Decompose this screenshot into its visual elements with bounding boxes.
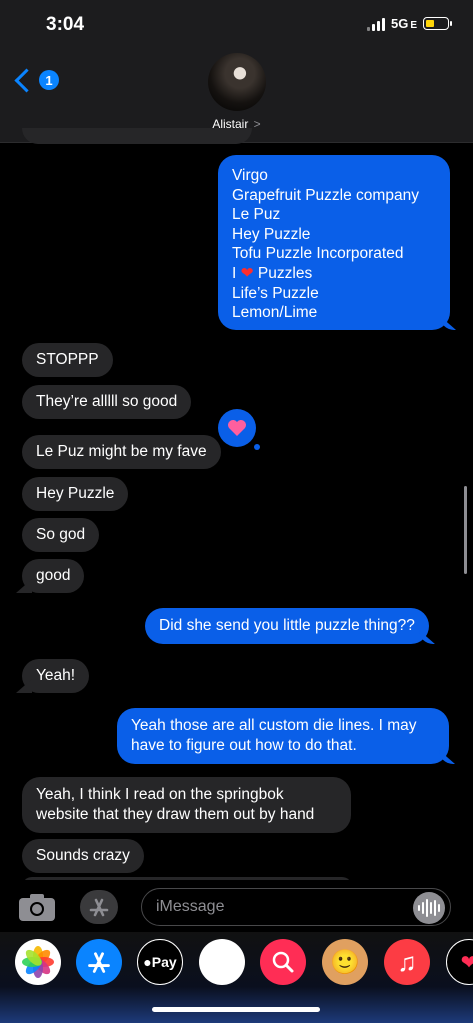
tapback-tail [254,444,260,450]
red-heart-icon: ❤ [240,264,254,282]
message-bubble-incoming[interactable]: So god [22,518,100,552]
digital-touch-icon[interactable]: ❤ [446,939,473,985]
signal-strength-icon [366,17,385,31]
heart-tapback-icon[interactable] [218,409,256,447]
scrollbar[interactable] [464,486,467,574]
apple-pay-icon[interactable]: ● Pay [137,939,183,985]
message-bubble-incoming[interactable]: Le Puz might be my fave [22,435,221,469]
compose-bar [0,880,473,932]
memoji-stickers-icon[interactable]: 😎 [199,939,245,985]
message-bubble-incoming[interactable]: good [22,559,85,593]
message-bubble-outgoing[interactable]: Virgo Grapefruit Puzzle company Le Puz H… [218,155,450,330]
message-line: Virgo [232,167,268,184]
app-store-button[interactable] [80,890,118,924]
chevron-left-icon [14,67,39,93]
message-line: Le Puz [232,206,281,224]
message-line: Yeah, I think I read on the springbok [36,786,284,803]
chevron-right-icon: > [253,117,261,131]
unread-count-badge: 1 [39,70,59,90]
network-type: 5G E [390,16,417,31]
message-bubble-incoming[interactable]: STOPPP [22,343,113,377]
message-bubble-incoming[interactable]: Hey Puzzle [22,477,129,511]
message-bubble-outgoing[interactable]: Yeah those are all custom die lines. I m… [117,708,449,764]
conversation-header: 3:04 5G E 1 Alistair > [0,0,473,143]
camera-button[interactable] [18,892,56,922]
message-line: Tofu Puzzle Incorporated [232,245,404,263]
battery-icon [423,17,452,30]
message-bubble-incoming[interactable]: Sounds crazy [22,839,144,873]
imessage-input[interactable] [141,888,451,926]
back-button[interactable]: 1 [14,67,59,93]
home-indicator[interactable] [152,1007,320,1012]
message-bubble-outgoing[interactable]: Did she send you little puzzle thing?? [145,608,429,644]
message-line: I ❤ Puzzles [232,264,313,282]
apple-logo-icon: ● [143,954,152,970]
photos-icon[interactable] [15,939,61,985]
message-bubble-incoming[interactable]: Yeah! [22,659,90,693]
message-line: website that they draw them out by hand [36,805,315,823]
message-line: Hey Puzzle [232,225,311,243]
message-bubble-incoming[interactable]: Yeah, I think I read on the springbok we… [22,777,351,833]
message-line: Yeah those are all custom die lines. I m… [131,717,417,734]
message-line: Grapefruit Puzzle company [232,186,419,204]
status-time: 3:04 [46,14,85,35]
message-line: have to figure out how to do that. [131,736,357,754]
music-icon[interactable]: ♫ [384,939,430,985]
memoji-icon[interactable]: 🙂 [322,939,368,985]
imessage-screen: 3:04 5G E 1 Alistair > Virgo Grapefruit P… [0,0,473,1023]
partial-message-bubble [22,128,252,144]
message-line: Lemon/Lime [232,304,318,322]
camera-icon [19,894,55,921]
audio-message-button[interactable] [413,892,445,924]
status-indicators: 5G E [366,16,452,31]
message-bubble-incoming[interactable]: They’re alllll so good [22,385,192,419]
web-search-icon[interactable] [260,939,306,985]
app-store-icon [89,898,109,917]
contact-avatar[interactable] [208,53,266,111]
message-line: Life’s Puzzle [232,284,319,302]
app-store-icon[interactable] [76,939,122,985]
